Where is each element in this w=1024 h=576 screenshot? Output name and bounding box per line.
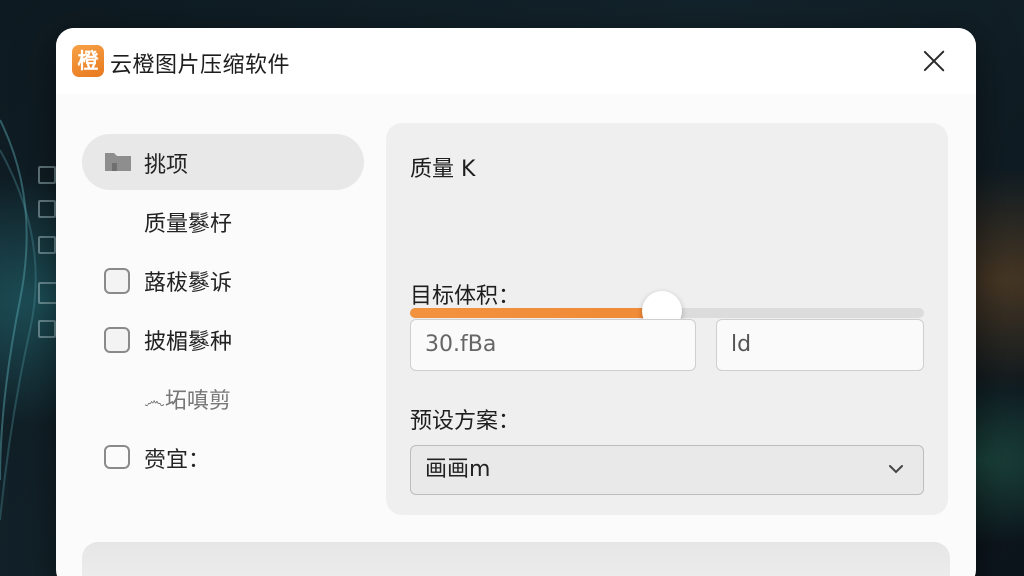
- preset-label: 预设方案：: [410, 409, 521, 434]
- sidebar-item-checkbox-1[interactable]: 蕗秡鬖诉: [82, 252, 364, 308]
- window-title: 云橙图片压缩软件: [110, 53, 291, 78]
- sidebar-item-label: 赍宜：: [144, 448, 211, 473]
- sidebar-item-label: 披楣鬖种: [144, 330, 233, 355]
- preset-selected-value: 画画m: [425, 457, 491, 482]
- settings-panel: 质量 K 目标体积： 30.fBa ld 预设方案： 画画m: [386, 123, 948, 515]
- target-size-label: 目标体积：: [410, 284, 521, 309]
- desktop-icon: [38, 200, 56, 218]
- quality-label: 质量 K: [410, 157, 476, 182]
- sidebar-item-label: 质量鬖杍: [144, 212, 233, 237]
- desktop-icon: [38, 320, 56, 338]
- speech-bubble-icon: [104, 445, 130, 469]
- sidebar-item-options[interactable]: 挑项: [82, 134, 364, 190]
- desktop-icon: [38, 282, 58, 304]
- checkbox-icon[interactable]: [104, 268, 130, 294]
- target-size-input[interactable]: 30.fBa: [410, 319, 696, 371]
- app-window: 橙 云橙图片压缩软件 挑项 质量鬖杍 蕗秡鬖诉 披楣鬖种 ෴坧嗔剪 赍宜： 质量…: [56, 28, 976, 576]
- chevron-down-icon: [889, 465, 903, 474]
- sidebar-item-disabled[interactable]: ෴坧嗔剪: [82, 370, 364, 426]
- sidebar-item-info[interactable]: 赍宜：: [82, 429, 364, 485]
- sidebar-item-label: 挑项: [144, 153, 189, 178]
- sidebar-item-label: 蕗秡鬖诉: [144, 271, 233, 296]
- title-bar: 橙 云橙图片压缩软件: [56, 28, 976, 94]
- desktop-icon: [38, 236, 56, 254]
- sidebar-item-label: ෴坧嗔剪: [144, 389, 231, 414]
- bottom-action-bar[interactable]: [82, 542, 950, 576]
- desktop-icon: [38, 166, 56, 184]
- app-logo-icon: 橙: [72, 45, 104, 77]
- folder-icon: [105, 153, 131, 171]
- checkbox-icon[interactable]: [104, 327, 130, 353]
- unit-input[interactable]: ld: [716, 319, 924, 371]
- sidebar-item-checkbox-2[interactable]: 披楣鬖种: [82, 311, 364, 367]
- sidebar: 挑项 质量鬖杍 蕗秡鬖诉 披楣鬖种 ෴坧嗔剪 赍宜：: [82, 134, 364, 488]
- close-button[interactable]: [920, 47, 948, 75]
- sidebar-item-quality[interactable]: 质量鬖杍: [82, 193, 364, 249]
- preset-select[interactable]: 画画m: [410, 445, 924, 495]
